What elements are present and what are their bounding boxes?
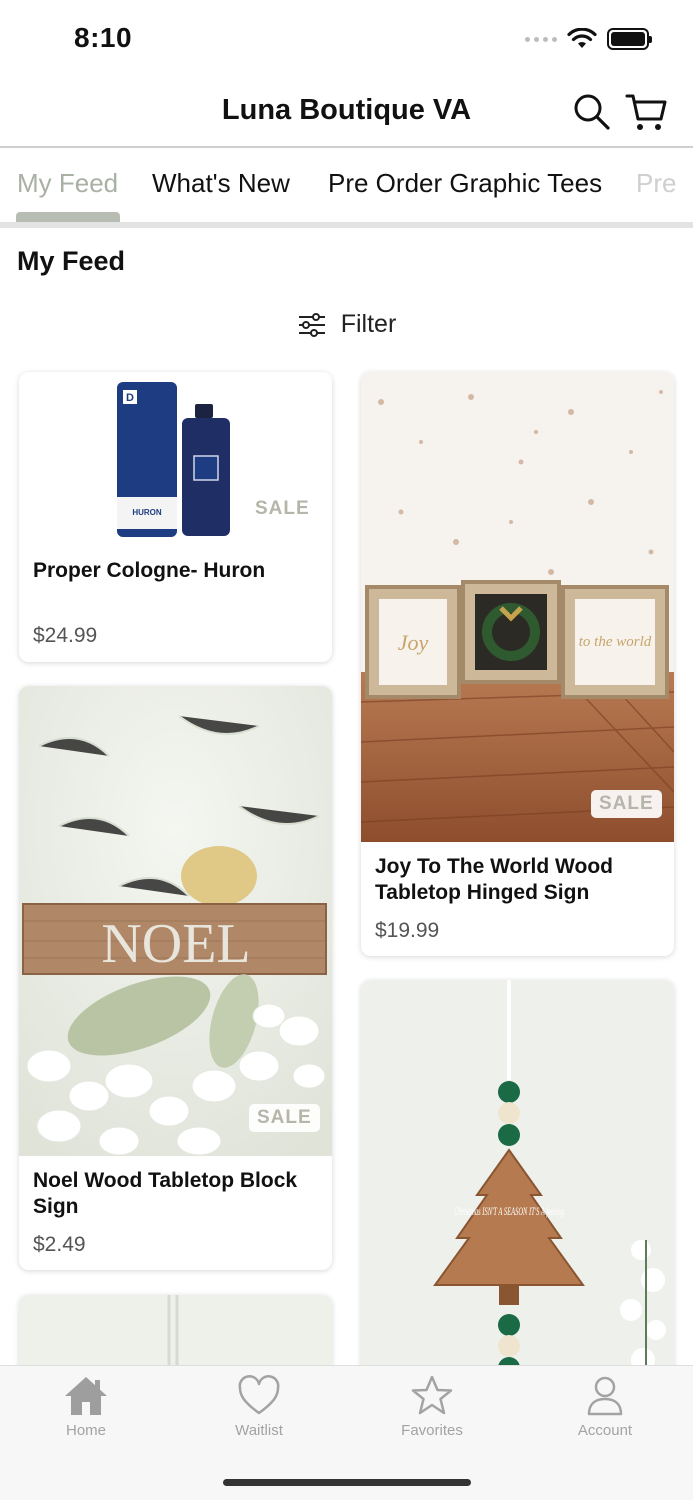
tab-my-feed[interactable]: My Feed xyxy=(17,168,118,199)
nav-favorites[interactable]: Favorites xyxy=(372,1374,492,1439)
cart-button[interactable] xyxy=(624,90,668,134)
product-price: $24.99 xyxy=(33,624,98,647)
status-bar: 8:10 xyxy=(0,0,693,80)
product-card-joy-sign[interactable]: Joy to the world SALE Joy To The World W… xyxy=(361,372,674,956)
filter-button[interactable]: Filter xyxy=(0,310,693,339)
product-price: $2.49 xyxy=(33,1233,86,1256)
sale-badge: SALE xyxy=(247,495,318,523)
product-card-noel-sign[interactable]: NOEL SALE Noel Wood Tabletop Block Sign … xyxy=(19,686,332,1270)
nav-label: Favorites xyxy=(401,1422,463,1439)
home-icon xyxy=(65,1377,107,1415)
tabs-divider xyxy=(0,222,693,228)
tube-brand: HURON xyxy=(132,508,162,517)
user-icon xyxy=(587,1376,623,1416)
active-tab-indicator xyxy=(16,212,120,222)
status-time: 8:10 xyxy=(74,22,133,53)
category-tabs: My Feed What's New Pre Order Graphic Tee… xyxy=(0,150,693,222)
sale-badge: SALE xyxy=(591,790,662,818)
status-icons xyxy=(525,28,652,50)
nav-account[interactable]: Account xyxy=(545,1374,665,1439)
product-name: Noel Wood Tabletop Block Sign xyxy=(33,1169,298,1218)
wifi-icon xyxy=(567,28,597,48)
sale-badge: SALE xyxy=(249,1104,320,1132)
home-indicator xyxy=(223,1479,471,1486)
product-card-tree-ornament[interactable]: Christmas ISN'T A SEASON IT'S A feeling xyxy=(361,980,674,1420)
heart-icon xyxy=(238,1375,280,1415)
product-card-cologne[interactable]: D HURON SALE Proper Cologne- Huron $24.9… xyxy=(19,372,332,662)
signal-icon xyxy=(525,36,557,42)
tab-pre-order-graphic-tees[interactable]: Pre Order Graphic Tees xyxy=(328,168,602,199)
app-header: Luna Boutique VA xyxy=(0,80,693,148)
sign-text-world: to the world xyxy=(579,634,652,650)
product-name: Proper Cologne- Huron xyxy=(33,559,266,582)
star-icon xyxy=(411,1375,453,1415)
tube-logo: D xyxy=(126,392,134,404)
sliders-icon xyxy=(298,312,325,337)
nav-label: Account xyxy=(577,1422,633,1439)
section-title: My Feed xyxy=(17,246,126,276)
cart-icon xyxy=(625,94,667,130)
tab-pre-truncated[interactable]: Pre xyxy=(636,168,676,199)
product-price: $19.99 xyxy=(375,919,440,942)
battery-icon xyxy=(607,28,652,50)
product-image: Joy to the world xyxy=(361,372,674,842)
nav-label: Waitlist xyxy=(235,1422,283,1439)
filter-label: Filter xyxy=(340,310,397,338)
tab-whats-new[interactable]: What's New xyxy=(152,168,290,199)
product-image: Christmas ISN'T A SEASON IT'S A feeling xyxy=(361,980,674,1420)
nav-label: Home xyxy=(65,1422,106,1439)
nav-home[interactable]: Home xyxy=(26,1374,146,1439)
search-button[interactable] xyxy=(570,90,614,134)
nav-waitlist[interactable]: Waitlist xyxy=(199,1374,319,1439)
product-image: NOEL xyxy=(19,686,332,1156)
sign-text-noel: NOEL xyxy=(101,913,250,975)
product-name: Joy To The World Wood Tabletop Hinged Si… xyxy=(375,855,613,904)
sign-text-joy: Joy xyxy=(398,630,429,655)
ornament-text: Christmas ISN'T A SEASON IT'S A feeling xyxy=(454,1204,564,1218)
search-icon xyxy=(574,94,610,130)
